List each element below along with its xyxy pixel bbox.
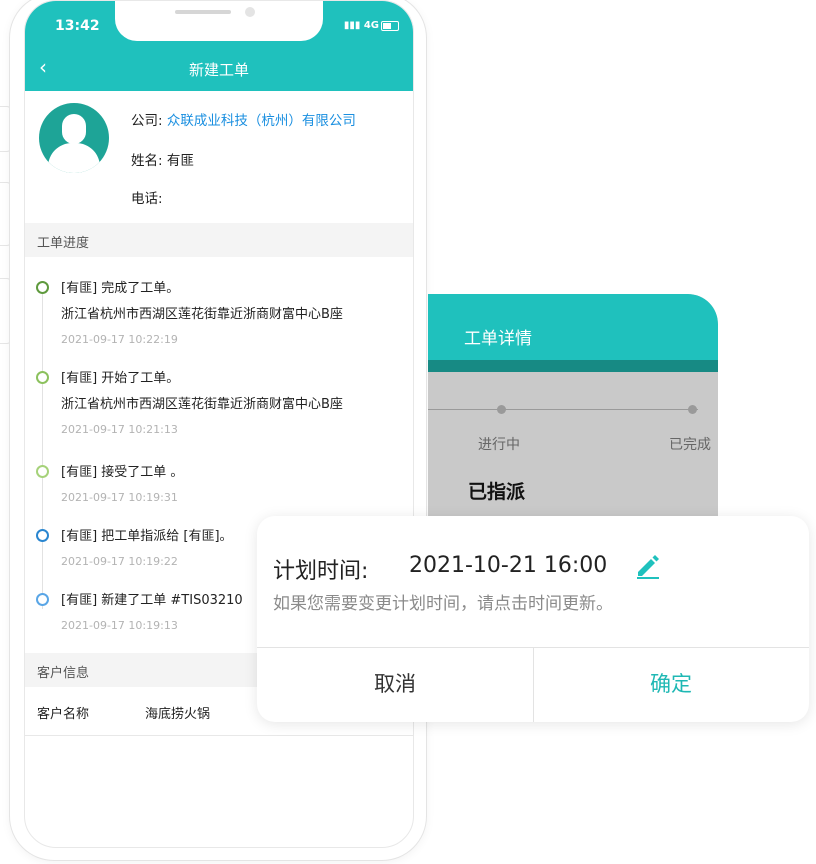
timeline-date: 2021-09-17 10:19:13	[61, 619, 178, 632]
step-label-in-progress: 进行中	[478, 437, 520, 453]
phone-label: 电话:	[131, 191, 163, 207]
status-dot-icon	[36, 371, 49, 384]
network-type: 4G	[363, 20, 379, 31]
plan-time-dialog: 计划时间: 2021-10-21 16:00 如果您需要变更计划时间，请点击时间…	[257, 516, 809, 722]
page-title: 新建工单	[188, 61, 249, 79]
phone-notch	[115, 1, 323, 41]
status-dot-icon	[36, 281, 49, 294]
name-row: 姓名: 有匪	[131, 149, 194, 169]
timeline-date: 2021-09-17 10:19:22	[61, 555, 178, 568]
pencil-icon[interactable]	[634, 553, 662, 579]
status-bar: 13:42 ▮▮▮ 4G	[25, 1, 413, 45]
name-value: 有匪	[166, 153, 194, 169]
nav-bar: ‹ 新建工单	[25, 45, 413, 91]
confirm-button[interactable]: 确定	[533, 647, 809, 722]
header-stripe	[428, 360, 718, 372]
camera-icon	[245, 7, 255, 17]
step-label-completed: 已完成	[669, 437, 711, 453]
detail-card-title: 工单详情	[464, 329, 532, 349]
company-label: 公司:	[131, 113, 163, 129]
timeline-title: [有匪] 把工单指派给 [有匪]。	[61, 529, 233, 544]
timeline-title: [有匪] 开始了工单。	[61, 371, 180, 386]
order-status: 已指派	[468, 481, 526, 503]
profile-card: 公司: 众联成业科技（杭州）有限公司 姓名: 有匪 电话:	[25, 91, 413, 223]
phone-row: 电话:	[131, 187, 163, 207]
timeline-title: [有匪] 新建了工单 #TIS03210	[61, 593, 243, 608]
timeline-address: 浙江省杭州市西湖区莲花街靠近浙商财富中心B座	[61, 397, 343, 412]
user-head-icon	[62, 114, 86, 144]
timeline-line	[42, 289, 43, 609]
timeline-date: 2021-09-17 10:21:13	[61, 423, 178, 436]
battery-icon	[381, 21, 399, 31]
name-label: 姓名:	[131, 153, 163, 169]
step-dot	[688, 405, 697, 414]
detail-card-header: 工单详情	[428, 294, 718, 360]
plan-time-hint: 如果您需要变更计划时间，请点击时间更新。	[273, 594, 613, 614]
plan-time-value[interactable]: 2021-10-21 16:00	[409, 553, 607, 578]
timeline-date: 2021-09-17 10:19:31	[61, 491, 178, 504]
status-dot-icon	[36, 529, 49, 542]
company-row: 公司: 众联成业科技（杭州）有限公司	[131, 109, 356, 129]
user-body-icon	[48, 143, 100, 173]
avatar	[39, 103, 109, 173]
phone-frame: 13:42 ▮▮▮ 4G ‹ 新建工单 公司: 众联成业科技（杭州）有限公司 姓…	[10, 0, 426, 860]
timeline-title: [有匪] 完成了工单。	[61, 281, 180, 296]
signal-icon: ▮▮▮ 4G	[343, 20, 379, 31]
status-time: 13:42	[55, 18, 100, 34]
customer-name-value: 海底捞火锅	[145, 707, 211, 722]
customer-name-label: 客户名称	[37, 707, 90, 722]
plan-time-label: 计划时间:	[273, 559, 369, 584]
company-value[interactable]: 众联成业科技（杭州）有限公司	[167, 113, 356, 129]
status-dot-icon	[36, 465, 49, 478]
step-dot	[497, 405, 506, 414]
section-title: 工单进度	[37, 236, 90, 251]
step-progress-line	[428, 409, 698, 410]
cancel-button[interactable]: 取消	[257, 647, 533, 722]
speaker-grille	[175, 10, 231, 14]
timeline-title: [有匪] 接受了工单 。	[61, 465, 184, 480]
status-dot-icon	[36, 593, 49, 606]
timeline-address: 浙江省杭州市西湖区莲花街靠近浙商财富中心B座	[61, 307, 343, 322]
section-title: 客户信息	[37, 666, 90, 681]
order-detail-card: 工单详情 进行中 已完成 已指派	[428, 294, 718, 524]
progress-section-header: 工单进度	[25, 223, 413, 257]
timeline-date: 2021-09-17 10:22:19	[61, 333, 178, 346]
